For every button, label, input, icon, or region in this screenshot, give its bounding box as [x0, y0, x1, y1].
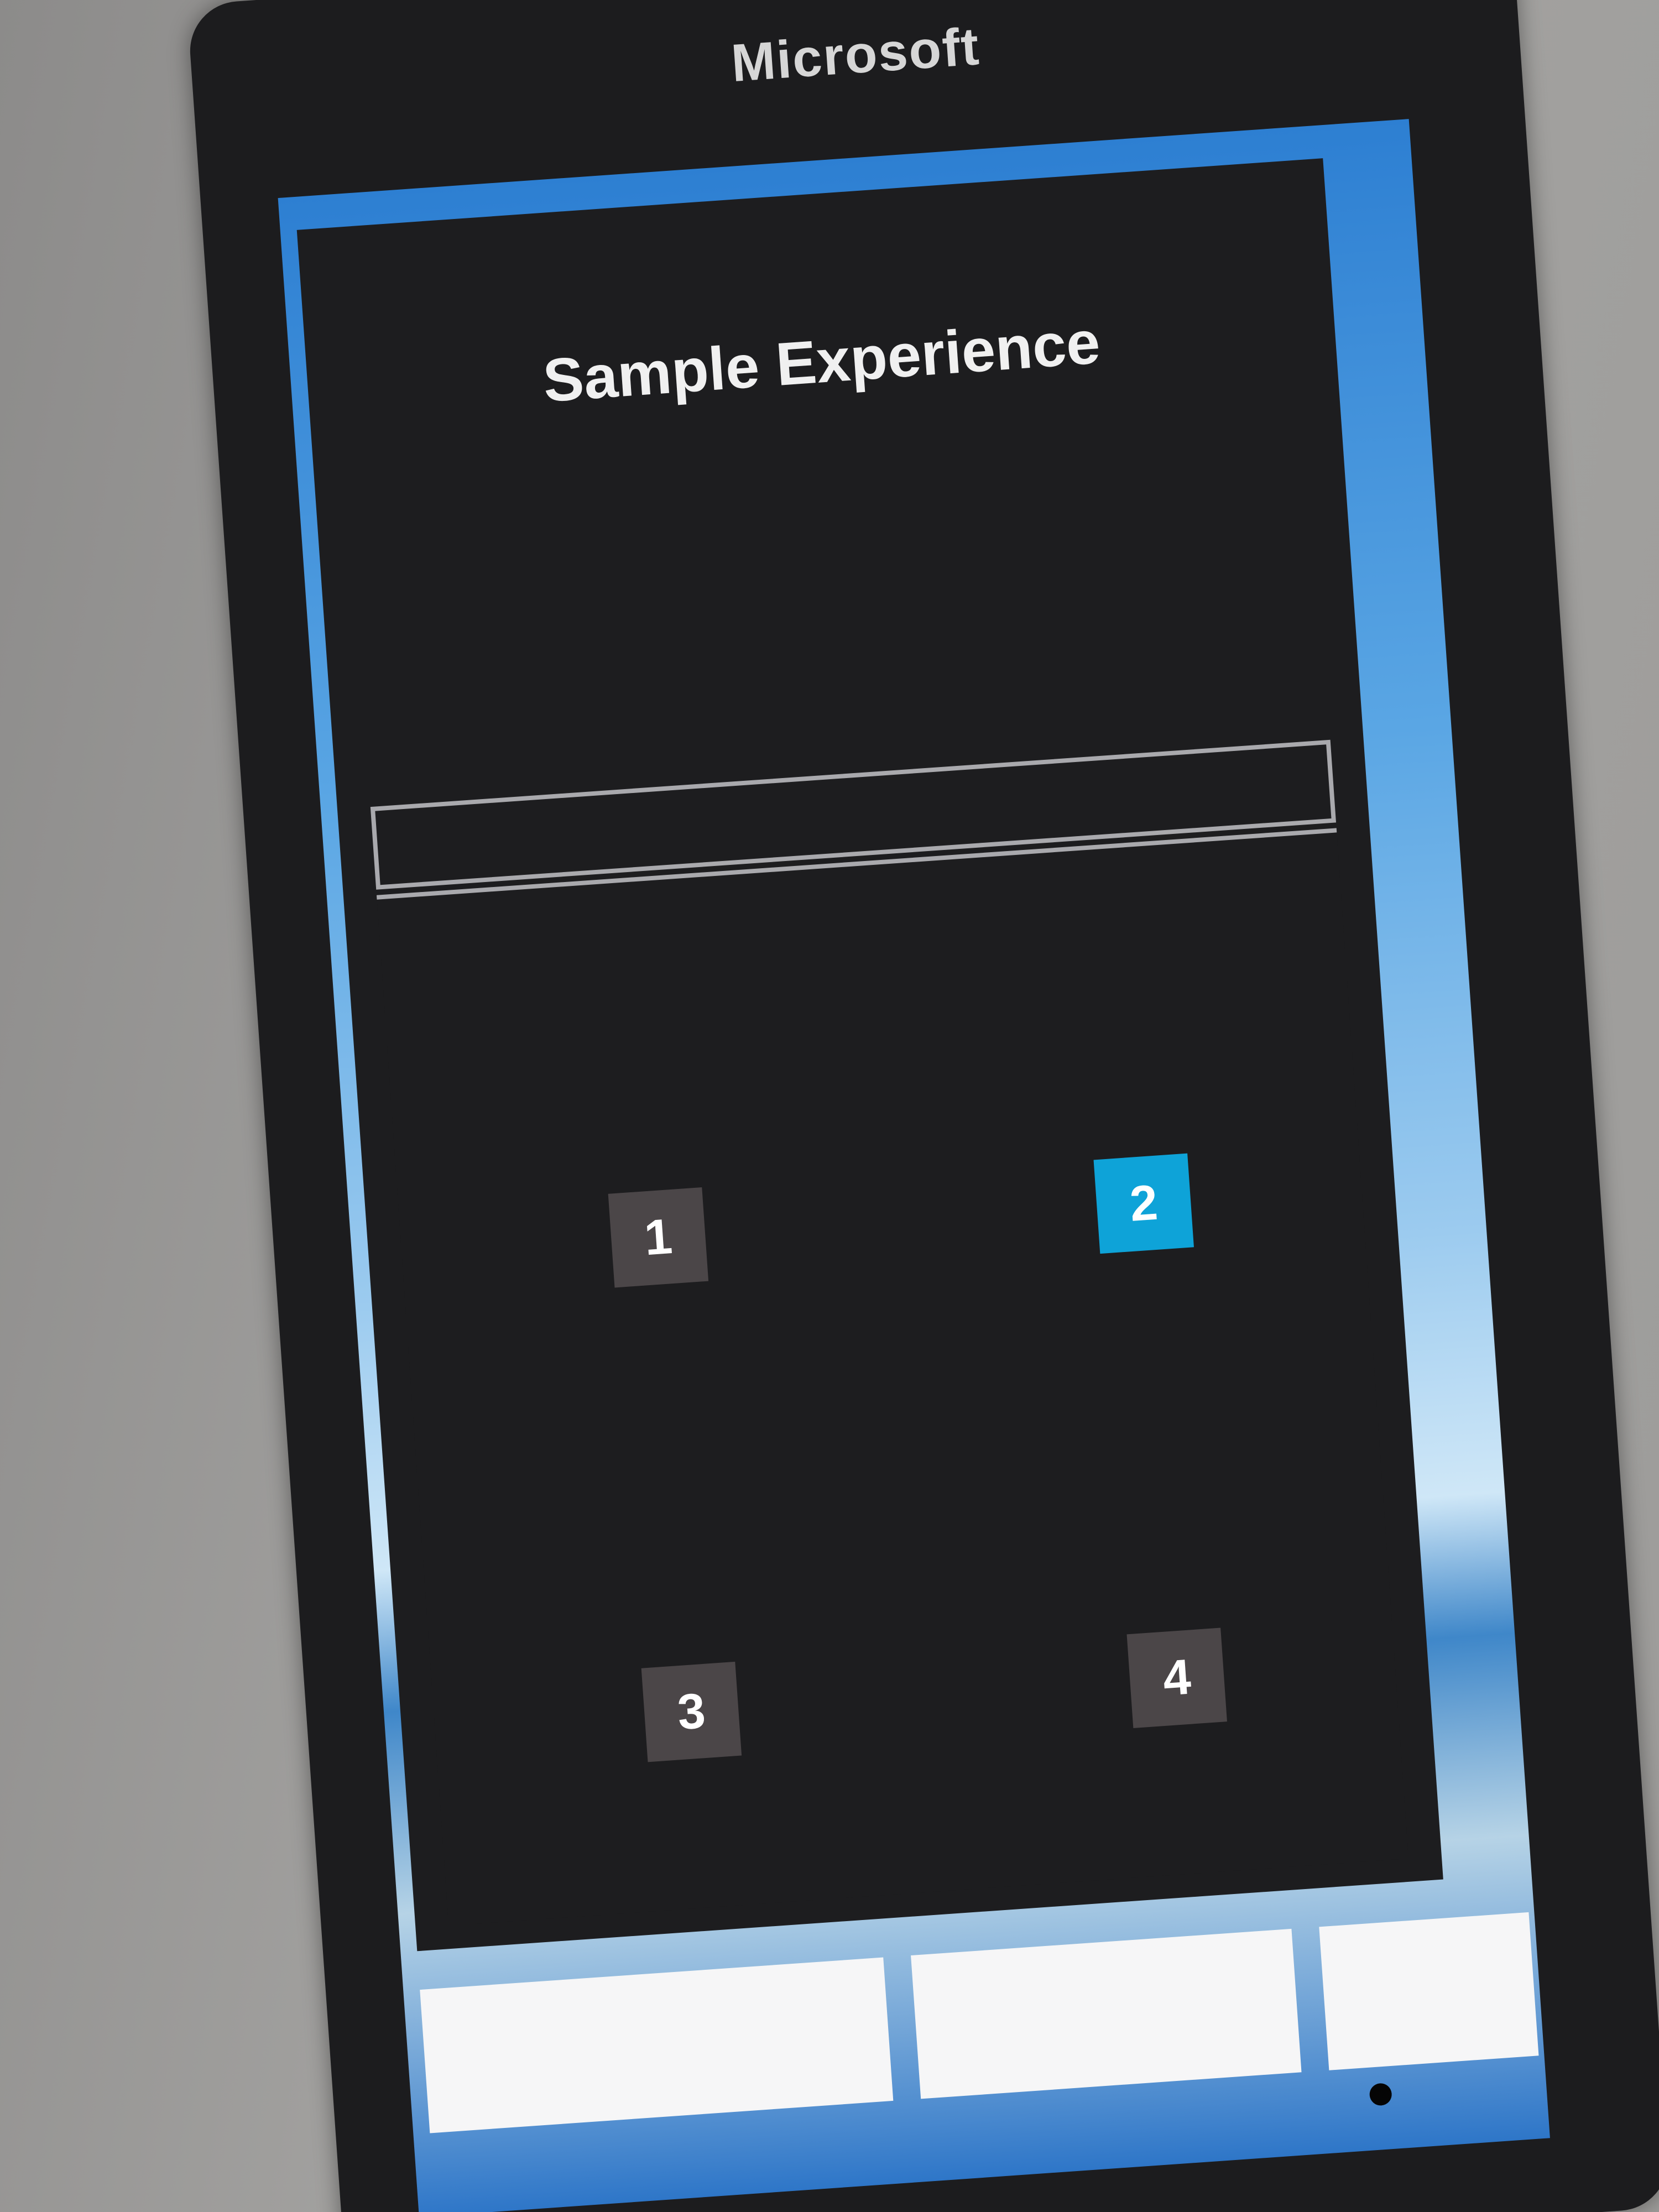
tile-4-button[interactable]: 4 — [1126, 1627, 1227, 1728]
tile-3-button[interactable]: 3 — [641, 1661, 742, 1762]
tile-area: 1 2 3 4 — [376, 828, 1409, 1926]
bottom-button-3[interactable] — [1319, 1912, 1539, 2070]
phone-device: Microsoft e r Sample Experience 1 2 3 4 — [186, 0, 1659, 2212]
sample-experience-dialog: Sample Experience 1 2 3 4 — [296, 158, 1443, 1952]
bottom-button-2[interactable] — [911, 1928, 1302, 2099]
bottom-button-bar — [420, 1912, 1539, 2133]
photo-scene: Microsoft e r Sample Experience 1 2 3 4 — [0, 0, 1659, 2212]
tile-1-button[interactable]: 1 — [608, 1187, 709, 1288]
dialog-title: Sample Experience — [541, 308, 1103, 415]
brand-logo: Microsoft — [729, 17, 982, 93]
phone-screen: e r Sample Experience 1 2 3 4 — [278, 119, 1550, 2212]
bottom-button-1[interactable] — [420, 1957, 894, 2133]
tile-2-button[interactable]: 2 — [1093, 1153, 1194, 1254]
